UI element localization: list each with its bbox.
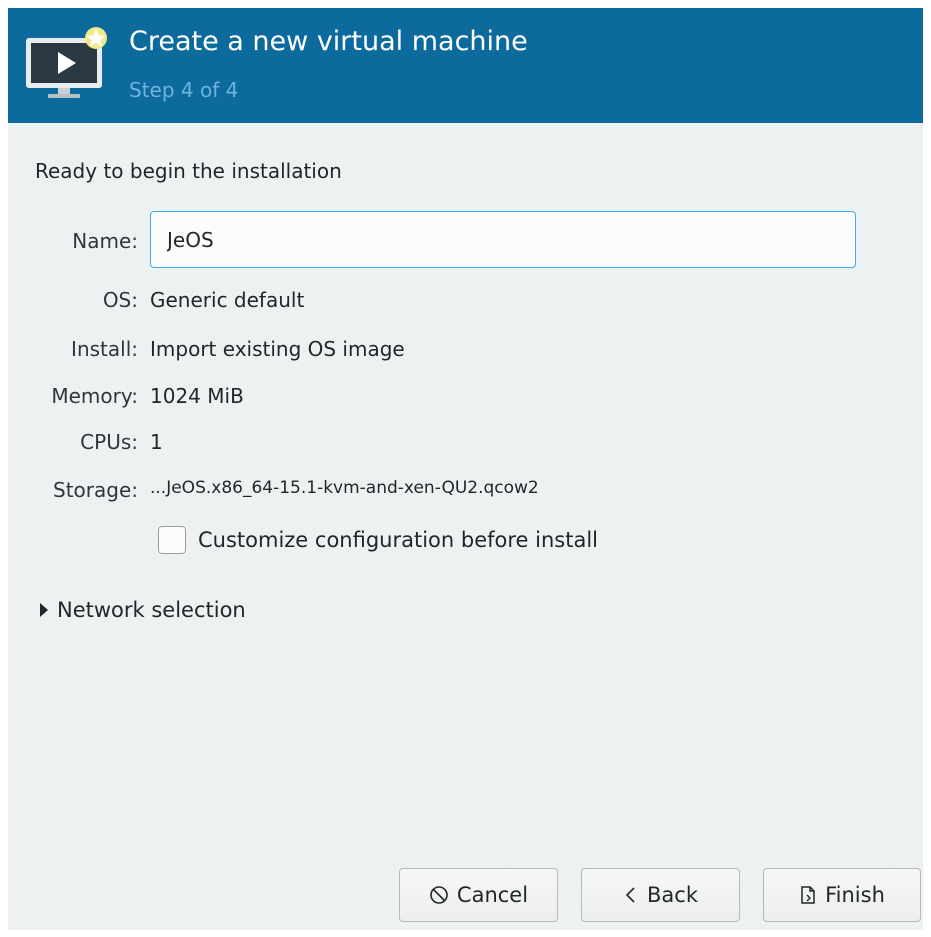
cpus-label: CPUs: xyxy=(80,430,138,454)
back-button-label: Back xyxy=(647,883,698,907)
network-selection-expander[interactable]: Network selection xyxy=(40,595,246,625)
finish-button[interactable]: Finish xyxy=(763,868,921,922)
os-value: Generic default xyxy=(150,288,305,312)
dialog-header: Create a new virtual machine Step 4 of 4 xyxy=(8,8,923,123)
cancel-circle-icon xyxy=(430,886,448,904)
ready-heading: Ready to begin the installation xyxy=(35,159,342,183)
install-value: Import existing OS image xyxy=(150,337,405,361)
document-finish-icon xyxy=(801,886,815,904)
chevron-left-icon xyxy=(625,887,635,903)
back-button[interactable]: Back xyxy=(581,868,740,922)
finish-button-label: Finish xyxy=(825,883,885,907)
cpus-value: 1 xyxy=(150,430,163,454)
customize-checkbox[interactable] xyxy=(158,526,186,554)
monitor-play-new-icon xyxy=(26,27,107,98)
expander-triangle-icon[interactable] xyxy=(40,603,48,617)
customize-checkbox-row[interactable]: Customize configuration before install xyxy=(158,525,598,555)
dialog-title: Create a new virtual machine xyxy=(129,26,528,57)
storage-value: ...JeOS.x86_64-15.1-kvm-and-xen-QU2.qcow… xyxy=(150,478,539,498)
storage-label: Storage: xyxy=(53,478,138,502)
customize-checkbox-label[interactable]: Customize configuration before install xyxy=(198,528,598,552)
memory-value: 1024 MiB xyxy=(150,384,244,408)
cancel-button-label: Cancel xyxy=(456,883,529,907)
new-vm-dialog: Create a new virtual machine Step 4 of 4… xyxy=(8,8,923,930)
network-selection-label[interactable]: Network selection xyxy=(57,598,246,622)
memory-label: Memory: xyxy=(51,384,138,408)
install-label: Install: xyxy=(71,337,138,361)
name-label: Name: xyxy=(72,229,138,253)
os-label: OS: xyxy=(102,288,138,312)
step-indicator: Step 4 of 4 xyxy=(129,78,239,102)
cancel-button[interactable]: Cancel xyxy=(399,868,558,922)
name-input[interactable] xyxy=(150,211,856,268)
